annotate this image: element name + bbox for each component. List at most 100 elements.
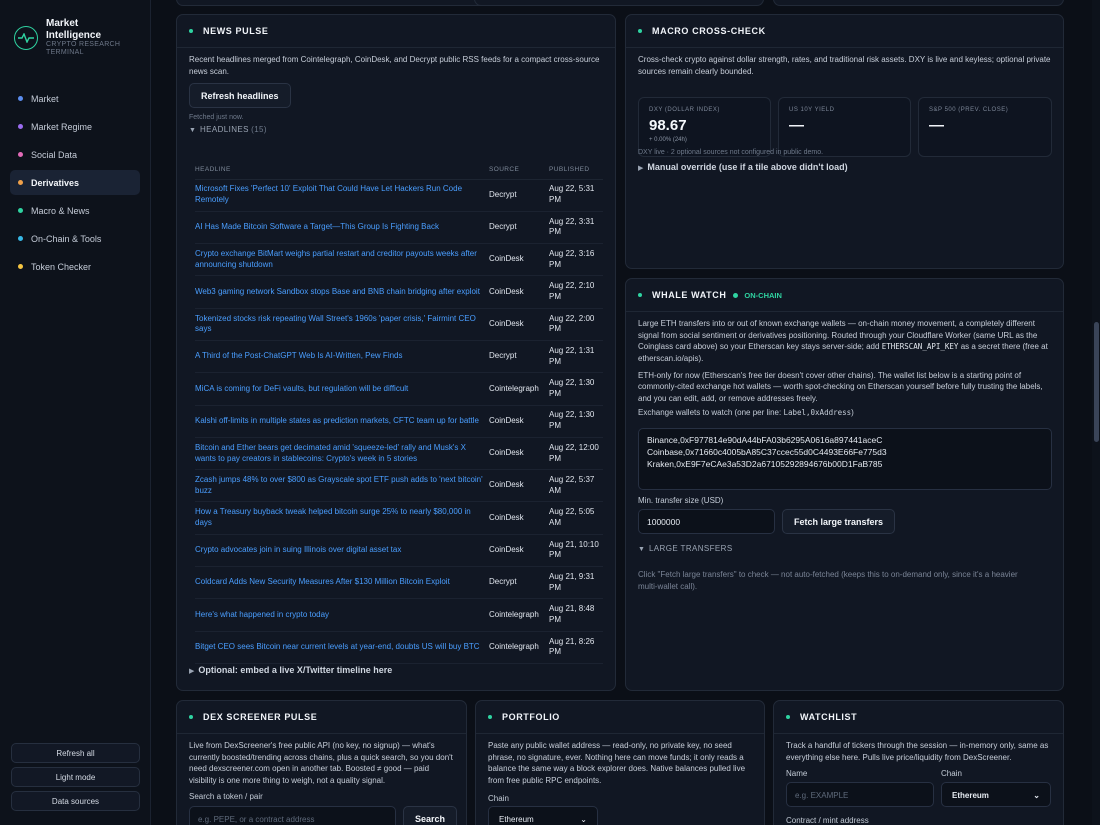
sidebar-item-market-regime[interactable]: Market Regime — [10, 114, 140, 139]
headline-link[interactable]: Here's what happened in crypto today — [195, 598, 489, 632]
news-pulse-card: NEWS PULSE Recent headlines merged from … — [176, 14, 616, 691]
watch-name-input[interactable]: e.g. EXAMPLE — [786, 782, 934, 807]
published-cell: Aug 22, 1:30 PM — [549, 372, 603, 406]
source-cell: Cointelegraph — [489, 631, 549, 664]
sidebar-item-label: Macro & News — [31, 205, 90, 216]
headlines-toggle[interactable]: ▼ HEADLINES (15) — [177, 121, 615, 134]
headline-link[interactable]: How a Treasury buyback tweak helped bitc… — [195, 501, 489, 535]
token-search-input[interactable]: e.g. PEPE, or a contract address — [189, 806, 396, 825]
dxy-value: 98.67 — [649, 117, 687, 134]
exchange-wallets-textarea[interactable]: Binance,0xF977814e90dA44bFA03b6295A0616a… — [638, 428, 1052, 490]
source-cell: Cointelegraph — [489, 598, 549, 632]
table-row: AI Has Made Bitcoin Software a Target—Th… — [195, 211, 603, 245]
card-above-middle — [474, 0, 764, 6]
sidebar-item-macro-news[interactable]: Macro & News — [10, 198, 140, 223]
sidebar-item-label: Token Checker — [31, 261, 92, 272]
main-content: NEWS PULSE Recent headlines merged from … — [151, 0, 1100, 825]
headline-link[interactable]: AI Has Made Bitcoin Software a Target—Th… — [195, 211, 489, 245]
fetch-large-transfers-button[interactable]: Fetch large transfers — [782, 509, 896, 534]
scrollbar-thumb[interactable] — [1094, 322, 1099, 442]
source-cell: Decrypt — [489, 211, 549, 245]
published-cell: Aug 22, 5:31 PM — [549, 179, 603, 212]
headline-link[interactable]: Web3 gaming network Sandbox stops Base a… — [195, 275, 489, 309]
nav-dot-icon — [18, 264, 23, 269]
large-transfers-toggle[interactable]: ▼ LARGE TRANSFERS — [638, 544, 733, 553]
status-dot — [786, 715, 790, 719]
source-cell: CoinDesk — [489, 469, 549, 503]
name-label: Name — [786, 769, 808, 778]
card-title: PORTFOLIO — [502, 712, 560, 722]
published-cell: Aug 22, 5:05 AM — [549, 501, 603, 535]
nav-dot-icon — [18, 96, 23, 101]
published-cell: Aug 22, 3:16 PM — [549, 243, 603, 277]
light-mode-button[interactable]: Light mode — [11, 767, 140, 787]
published-cell: Aug 22, 1:31 PM — [549, 340, 603, 374]
min-transfer-input[interactable]: 1000000 — [638, 509, 775, 534]
data-sources-button[interactable]: Data sources — [11, 791, 140, 811]
headline-link[interactable]: Zcash jumps 48% to over $800 as Grayscal… — [195, 469, 489, 503]
chevron-down-icon: ⌄ — [580, 815, 587, 824]
table-row: Kalshi off-limits in multiple states as … — [195, 405, 603, 438]
card-title: WATCHLIST — [800, 712, 858, 722]
table-row: MiCA is coming for DeFi vaults, but regu… — [195, 372, 603, 406]
table-row: Here's what happened in crypto today Coin… — [195, 598, 603, 632]
column-published: PUBLISHED — [549, 161, 603, 180]
source-cell: Decrypt — [489, 340, 549, 374]
card-title: MACRO CROSS-CHECK — [652, 26, 766, 36]
refresh-headlines-button[interactable]: Refresh headlines — [189, 83, 291, 109]
headline-link[interactable]: MiCA is coming for DeFi vaults, but regu… — [195, 372, 489, 406]
sidebar-item-label: Market — [31, 93, 59, 104]
sidebar-item-social-data[interactable]: Social Data — [10, 142, 140, 167]
table-row: Coldcard Adds New Security Measures Afte… — [195, 566, 603, 600]
column-headline: HEADLINE — [195, 161, 489, 180]
sidebar-item-token-checker[interactable]: Token Checker — [10, 254, 140, 279]
headline-link[interactable]: Kalshi off-limits in multiple states as … — [195, 405, 489, 438]
watch-chain-label: Chain — [941, 769, 962, 778]
macro-description: Cross-check crypto against dollar streng… — [638, 55, 1051, 76]
dex-screener-card: DEX SCREENER PULSE Live from DexScreener… — [176, 700, 467, 825]
headline-link[interactable]: Bitget CEO sees Bitcoin near current lev… — [195, 631, 489, 664]
source-cell: CoinDesk — [489, 405, 549, 438]
headline-link[interactable]: Tokenized stocks risk repeating Wall Str… — [195, 308, 489, 341]
chain-select[interactable]: Ethereum ⌄ — [488, 806, 598, 825]
sidebar-item-derivatives[interactable]: Derivatives — [10, 170, 140, 195]
live-dot-icon — [733, 292, 739, 298]
search-button[interactable]: Search — [403, 806, 458, 825]
fetched-status: Fetched just now. — [189, 114, 244, 122]
source-cell: CoinDesk — [489, 308, 549, 341]
column-source: SOURCE — [489, 161, 549, 180]
headline-link[interactable]: Bitcoin and Ether bears get decimated am… — [195, 437, 489, 471]
refresh-all-button[interactable]: Refresh all — [11, 743, 140, 763]
sidebar-item-on-chain-tools[interactable]: On-Chain & Tools — [10, 226, 140, 251]
status-dot — [189, 715, 193, 719]
contract-label: Contract / mint address — [786, 816, 869, 825]
headline-link[interactable]: A Third of the Post-ChatGPT Web Is AI-Wr… — [195, 340, 489, 374]
brand-title: Market Intelligence — [46, 18, 102, 41]
whale-note: ETH-only for now (Etherscan's free tier … — [638, 370, 1043, 403]
watch-chain-select[interactable]: Ethereum ⌄ — [941, 782, 1051, 807]
headline-link[interactable]: Microsoft Fixes 'Perfect 10' Exploit Tha… — [195, 179, 489, 212]
portfolio-description: Paste any public wallet address — read-o… — [488, 741, 746, 785]
headlines-table: HEADLINE SOURCE PUBLISHED Microsoft Fixe… — [195, 161, 603, 664]
manual-override-toggle[interactable]: ▶ Manual override (use if a tile above di… — [638, 162, 848, 172]
status-dot — [189, 29, 193, 33]
nav-dot-icon — [18, 152, 23, 157]
embed-twitter-toggle[interactable]: ▶ Optional: embed a live X/Twitter timeli… — [189, 665, 392, 675]
headline-link[interactable]: Coldcard Adds New Security Measures Afte… — [195, 566, 489, 600]
source-cell: CoinDesk — [489, 243, 549, 277]
published-cell: Aug 22, 2:10 PM — [549, 275, 603, 309]
macro-source-note: DXY live · 2 optional sources not config… — [638, 149, 824, 156]
scrollbar[interactable] — [1092, 0, 1100, 825]
sidebar-item-market[interactable]: Market — [10, 86, 140, 111]
caret-right-icon: ▶ — [638, 165, 644, 172]
headline-link[interactable]: Crypto advocates join in suing Illinois … — [195, 534, 489, 568]
wallets-label: Exchange wallets to watch (one per line:… — [638, 408, 854, 418]
published-cell: Aug 22, 2:00 PM — [549, 308, 603, 341]
nav-dot-icon — [18, 180, 23, 185]
published-cell: Aug 22, 12:00 PM — [549, 437, 603, 471]
us10y-tile: US 10Y YIELD — — [778, 97, 911, 157]
whale-description: Large ETH transfers into or out of known… — [638, 319, 1048, 364]
headline-link[interactable]: Crypto exchange BitMart weighs partial r… — [195, 243, 489, 277]
sp500-tile: S&P 500 (PREV. CLOSE) — — [918, 97, 1052, 157]
status-dot — [488, 715, 492, 719]
